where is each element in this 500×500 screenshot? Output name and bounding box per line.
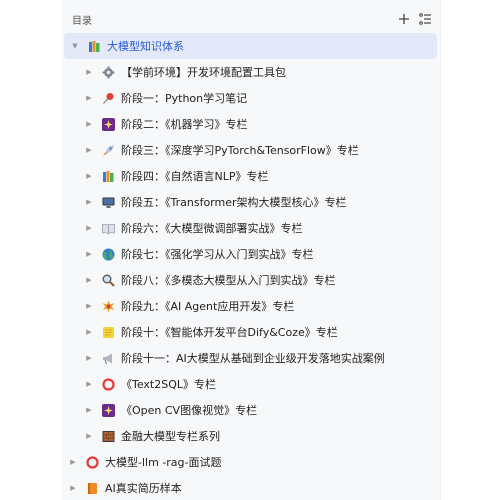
tree-item-label: 阶段三：《深度学习PyTorch&TensorFlow》专栏 [121,144,359,157]
red-circle-icon [101,377,115,391]
caret-right-icon[interactable]: ▶ [84,275,94,285]
caret-right-icon[interactable]: ▶ [84,145,94,155]
caret-down-icon[interactable]: ▼ [70,41,80,51]
tree-item-resume[interactable]: ▶ AI真实简历样本 [62,475,440,500]
sparkle-icon [101,403,115,417]
catalog-tree: ▼ 大模型知识体系 ▶ 【学前环境】开发环境配置工具包 ▶ 阶段一：Python… [62,33,440,500]
tree-item-label: 阶段六：《大模型微调部署实战》专栏 [121,222,303,235]
caret-right-icon[interactable]: ▶ [84,171,94,181]
tree-item-label: 阶段十：《智能体开发平台Dify&Coze》专栏 [121,326,338,339]
caret-right-icon[interactable]: ▶ [84,405,94,415]
note-icon [101,325,115,339]
tree-item-label: 阶段五：《Transformer架构大模型核心》专栏 [121,196,347,209]
caret-right-icon[interactable]: ▶ [84,223,94,233]
catalog-sidebar: 目录 ▼ 大模型知识体系 ▶ 【学前环境】开发环境配置工具包 ▶ 阶段一：Pyt… [62,0,441,500]
red-circle-icon [85,455,99,469]
burst-icon [101,299,115,313]
caret-right-icon[interactable]: ▶ [84,93,94,103]
tree-item-label: 阶段二：《机器学习》专栏 [121,118,248,131]
caret-right-icon[interactable]: ▶ [84,327,94,337]
tree-item-label: 《Open CV图像视觉》专栏 [121,404,258,417]
tree-item-label: 金融大模型专栏系列 [121,430,220,443]
rocket-icon [101,143,115,157]
tree-item-stage-3[interactable]: ▶ 阶段三：《深度学习PyTorch&TensorFlow》专栏 [62,137,440,163]
tree-item-label: 《Text2SQL》专栏 [121,378,217,391]
tree-item-stage-2[interactable]: ▶ 阶段二：《机器学习》专栏 [62,111,440,137]
tree-item-stage-1[interactable]: ▶ 阶段一：Python学习笔记 [62,85,440,111]
caret-right-icon[interactable]: ▶ [68,483,78,493]
tree-item-label: 阶段七：《强化学习从入门到实战》专栏 [121,248,314,261]
books-icon [101,169,115,183]
caret-right-icon[interactable]: ▶ [84,301,94,311]
sidebar-header: 目录 [62,8,440,30]
tree-item-stage-5[interactable]: ▶ 阶段五：《Transformer架构大模型核心》专栏 [62,189,440,215]
bricks-icon [101,429,115,443]
tree-item-text2sql[interactable]: ▶ 《Text2SQL》专栏 [62,371,440,397]
caret-right-icon[interactable]: ▶ [84,197,94,207]
tree-item-stage-11[interactable]: ▶ 阶段十一：AI大模型从基础到企业级开发落地实战案例 [62,345,440,371]
tree-item-label: 大模型知识体系 [107,40,184,53]
globe-icon [101,247,115,261]
tree-item-label: 阶段十一：AI大模型从基础到企业级开发落地实战案例 [121,352,385,365]
tree-item-interview[interactable]: ▶ 大模型-llm -rag-面试题 [62,449,440,475]
tree-item-stage-8[interactable]: ▶ 阶段八：《多模态大模型从入门到实战》专栏 [62,267,440,293]
tree-item-label: 阶段一：Python学习笔记 [121,92,248,105]
caret-right-icon[interactable]: ▶ [84,353,94,363]
tree-item-env[interactable]: ▶ 【学前环境】开发环境配置工具包 [62,59,440,85]
tree-item-label: 阶段九：《AI Agent应用开发》专栏 [121,300,295,313]
tree-item-label: 【学前环境】开发环境配置工具包 [121,66,286,79]
pushpin-icon [101,91,115,105]
tree-item-label: 阶段八：《多模态大模型从入门到实战》专栏 [121,274,336,287]
tree-item-label: 阶段四：《自然语言NLP》专栏 [121,170,269,183]
sidebar-title: 目录 [72,16,92,27]
megaphone-icon [101,351,115,365]
sparkle-icon [101,117,115,131]
caret-right-icon[interactable]: ▶ [84,119,94,129]
tree-item-label: AI真实简历样本 [105,482,182,495]
orange-book-icon [85,481,99,495]
caret-right-icon[interactable]: ▶ [68,457,78,467]
tree-item-stage-6[interactable]: ▶ 阶段六：《大模型微调部署实战》专栏 [62,215,440,241]
plus-icon[interactable] [396,11,412,27]
caret-right-icon[interactable]: ▶ [84,249,94,259]
tree-item-stage-7[interactable]: ▶ 阶段七：《强化学习从入门到实战》专栏 [62,241,440,267]
open-book-icon [101,221,115,235]
list-menu-icon[interactable] [417,11,433,27]
tree-item-stage-4[interactable]: ▶ 阶段四：《自然语言NLP》专栏 [62,163,440,189]
tree-item-opencv[interactable]: ▶ 《Open CV图像视觉》专栏 [62,397,440,423]
caret-right-icon[interactable]: ▶ [84,67,94,77]
tree-item-finance[interactable]: ▶ 金融大模型专栏系列 [62,423,440,449]
tree-item-stage-10[interactable]: ▶ 阶段十：《智能体开发平台Dify&Coze》专栏 [62,319,440,345]
books-icon [87,39,101,53]
magnifier-icon [101,273,115,287]
caret-right-icon[interactable]: ▶ [84,379,94,389]
caret-right-icon[interactable]: ▶ [84,431,94,441]
tree-item-root[interactable]: ▼ 大模型知识体系 [64,33,437,59]
monitor-icon [101,195,115,209]
gear-icon [101,65,115,79]
tree-item-label: 大模型-llm -rag-面试题 [105,456,222,469]
tree-item-stage-9[interactable]: ▶ 阶段九：《AI Agent应用开发》专栏 [62,293,440,319]
